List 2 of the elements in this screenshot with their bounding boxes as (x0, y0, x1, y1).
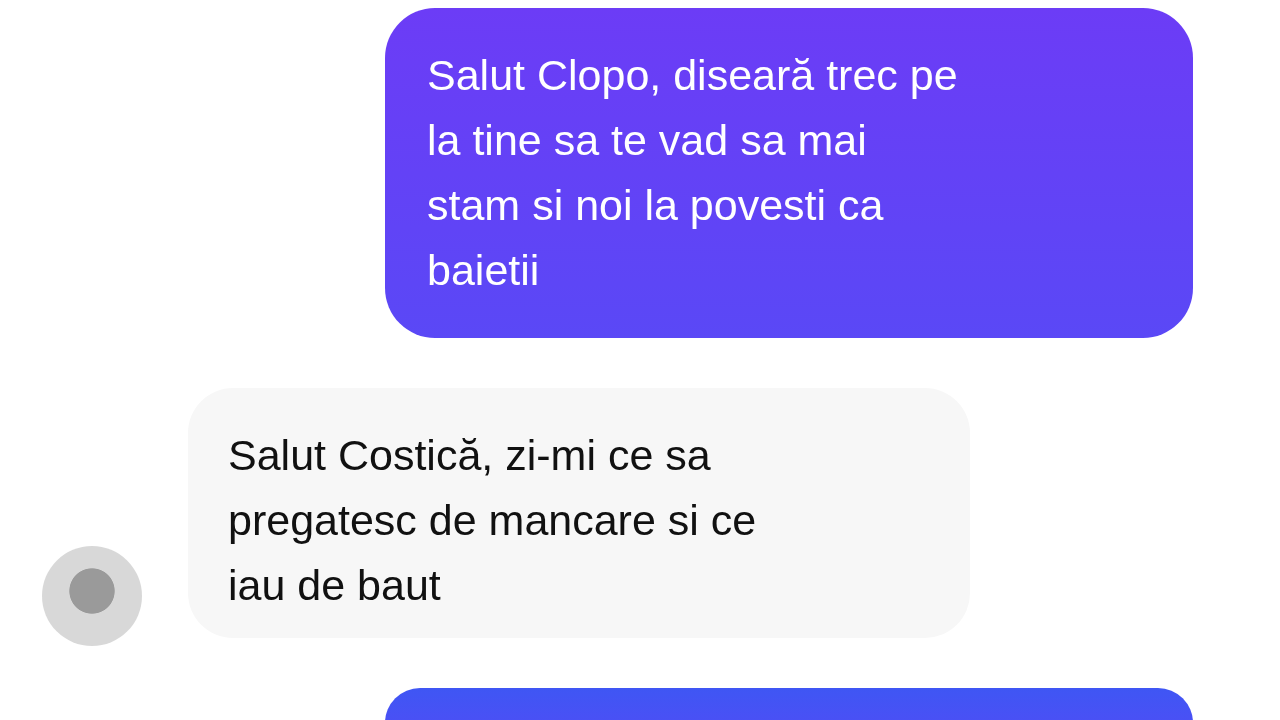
received-message-bubble: Salut Costică, zi-mi ce sa pregatesc de mancare si ce iau de baut (188, 388, 970, 638)
sent-message-bubble: Salut Clopo, diseară trec pe la tine sa te vad sa mai stam si noi la povesti ca baietii (385, 8, 1193, 338)
